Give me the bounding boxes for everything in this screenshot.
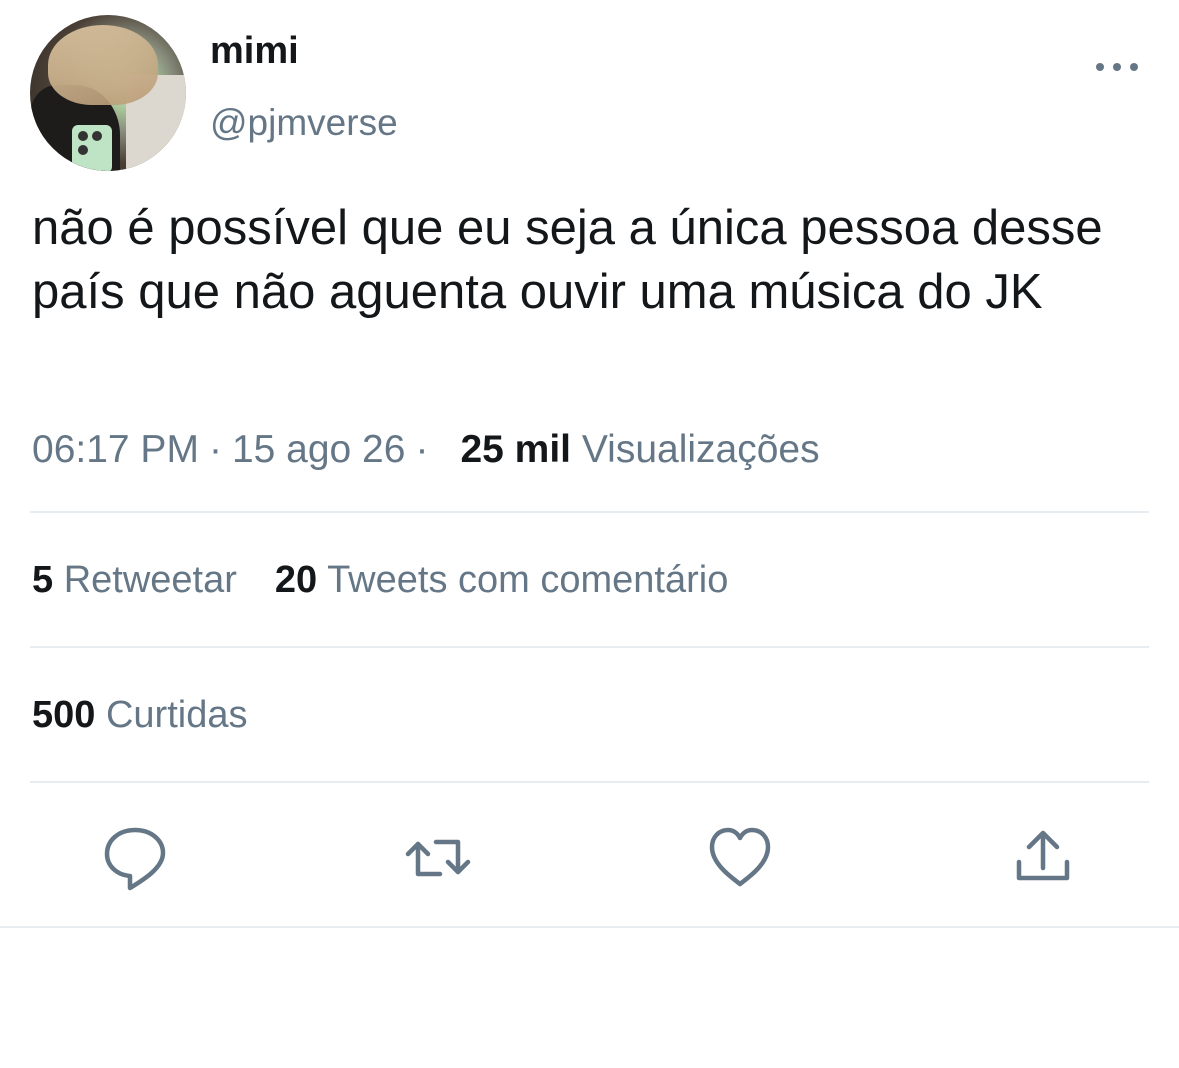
likes-stats-row: 500 Curtidas: [32, 694, 247, 737]
retweet-button[interactable]: [402, 822, 474, 894]
quotes-count[interactable]: 20: [275, 559, 317, 601]
tweet-date: 15 ago 26: [231, 428, 406, 471]
avatar[interactable]: [30, 15, 186, 171]
divider: [30, 781, 1149, 783]
reply-icon: [104, 827, 166, 891]
tweet-text: não é possível que eu seja a única pesso…: [32, 201, 1103, 319]
tweet-time: 06:17 PM: [32, 428, 199, 471]
like-icon: [709, 827, 771, 887]
share-icon: [1016, 830, 1070, 881]
share-button[interactable]: [1007, 822, 1079, 894]
divider: [30, 511, 1149, 513]
author-handle[interactable]: @pjmverse: [210, 102, 398, 144]
retweet-stats-row: 5 Retweetar 20 Tweets com comentário: [32, 559, 728, 602]
avatar-hair: [48, 25, 158, 105]
divider: [0, 926, 1179, 928]
likes-count[interactable]: 500: [32, 694, 95, 736]
avatar-phone: [72, 125, 112, 171]
tweet-meta: 06:17 PM · 15 ago 26 · 25 mil Visualizações: [32, 428, 820, 472]
author-name[interactable]: mimi: [210, 30, 299, 73]
views-count[interactable]: 25 mil: [460, 428, 571, 471]
meta-separator: ·: [415, 428, 429, 471]
retweets-count[interactable]: 5: [32, 559, 53, 601]
meta-separator: ·: [208, 428, 222, 471]
quotes-label[interactable]: Tweets com comentário: [327, 559, 728, 601]
more-options-icon[interactable]: [1094, 55, 1140, 79]
like-button[interactable]: [704, 822, 776, 894]
views-label[interactable]: Visualizações: [582, 428, 820, 471]
retweets-label[interactable]: Retweetar: [64, 559, 237, 601]
divider: [30, 646, 1149, 648]
retweet-icon: [405, 839, 471, 877]
reply-button[interactable]: [99, 822, 171, 894]
likes-label[interactable]: Curtidas: [106, 694, 248, 736]
